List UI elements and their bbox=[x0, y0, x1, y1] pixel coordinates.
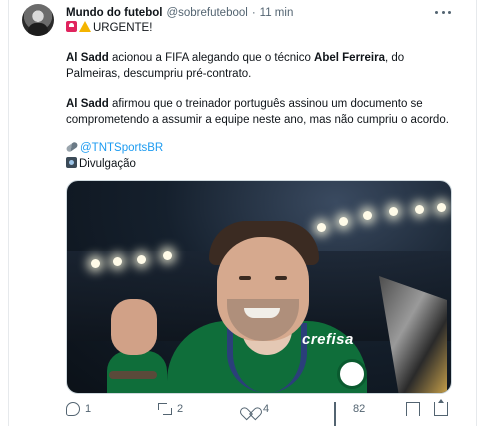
share-icon bbox=[434, 399, 448, 416]
coach-name: Abel Ferreira bbox=[314, 52, 385, 64]
author-name[interactable]: Mundo do futebol bbox=[66, 7, 162, 19]
p1-text-end: , do bbox=[385, 52, 405, 64]
light bbox=[91, 259, 100, 268]
light bbox=[317, 223, 326, 232]
share-button[interactable] bbox=[434, 399, 453, 416]
more-options-icon[interactable] bbox=[435, 8, 451, 16]
light bbox=[339, 217, 348, 226]
tweet-paragraph-1-line-2: Palmeiras, descumpriu pré-contrato. bbox=[66, 68, 252, 80]
sponsor-logo: crefisa bbox=[302, 331, 354, 348]
separator-dot: · bbox=[251, 7, 256, 19]
tweet-photo[interactable]: crefisa bbox=[66, 180, 452, 394]
view-count: 82 bbox=[353, 403, 366, 415]
author-handle[interactable]: @sobrefutebool bbox=[166, 7, 247, 19]
smile bbox=[244, 308, 280, 318]
tweet-header: Mundo do futebol @sobrefutebool · 11 min bbox=[66, 5, 293, 21]
tweet-headline: URGENTE! bbox=[66, 20, 152, 36]
heart-icon bbox=[244, 402, 258, 416]
p2-text: afirmou que o treinador português assino… bbox=[108, 98, 423, 110]
club-name: Al Sadd bbox=[66, 52, 109, 64]
wristband bbox=[109, 371, 157, 379]
tweet-actions: 1 2 4 82 bbox=[66, 399, 453, 426]
retweet-icon bbox=[158, 402, 172, 416]
author-avatar[interactable] bbox=[22, 4, 54, 36]
reply-icon bbox=[66, 402, 80, 416]
bookmark-icon bbox=[406, 402, 420, 416]
p1-text: acionou a FIFA alegando que o técnico bbox=[108, 52, 315, 64]
tweet-paragraph-2-line-1: Al Sadd afirmou que o treinador portuguê… bbox=[66, 96, 423, 112]
eye bbox=[239, 276, 251, 280]
light bbox=[163, 251, 172, 260]
clenched-fist bbox=[111, 299, 157, 355]
camera-icon bbox=[66, 157, 77, 168]
tweet-paragraph-2-line-2: comprometendo a assumir a equipe neste a… bbox=[66, 114, 449, 126]
tweet-paragraph-1-line-1: Al Sadd acionou a FIFA alegando que o té… bbox=[66, 50, 404, 66]
bookmark-button[interactable] bbox=[406, 402, 425, 416]
light bbox=[113, 257, 122, 266]
eye bbox=[275, 276, 287, 280]
reply-button[interactable]: 1 bbox=[66, 402, 91, 416]
bar-chart-icon bbox=[334, 402, 348, 426]
retweet-count: 2 bbox=[177, 403, 184, 415]
photo-credit: Divulgação bbox=[79, 158, 136, 170]
light bbox=[363, 211, 372, 220]
like-button[interactable]: 4 bbox=[244, 402, 269, 416]
reply-count: 1 bbox=[85, 403, 92, 415]
warning-icon bbox=[79, 21, 91, 32]
tweet-timestamp[interactable]: 11 min bbox=[260, 7, 294, 19]
like-count: 4 bbox=[263, 403, 270, 415]
views-button[interactable]: 82 bbox=[334, 402, 366, 426]
urgent-label: URGENTE! bbox=[93, 22, 153, 34]
credit-line: @TNTSportsBR bbox=[65, 140, 163, 156]
light bbox=[389, 207, 398, 216]
photo-credit-line: Divulgação bbox=[66, 156, 136, 172]
tnt-sports-link[interactable]: @TNTSportsBR bbox=[80, 142, 163, 154]
light bbox=[415, 205, 424, 214]
light bbox=[437, 203, 446, 212]
retweet-button[interactable]: 2 bbox=[158, 402, 183, 416]
club-crest bbox=[337, 359, 367, 389]
rotating-light-icon bbox=[66, 21, 77, 32]
club-name-2: Al Sadd bbox=[66, 98, 109, 110]
light bbox=[137, 255, 146, 264]
paperclip-icon bbox=[65, 141, 79, 153]
